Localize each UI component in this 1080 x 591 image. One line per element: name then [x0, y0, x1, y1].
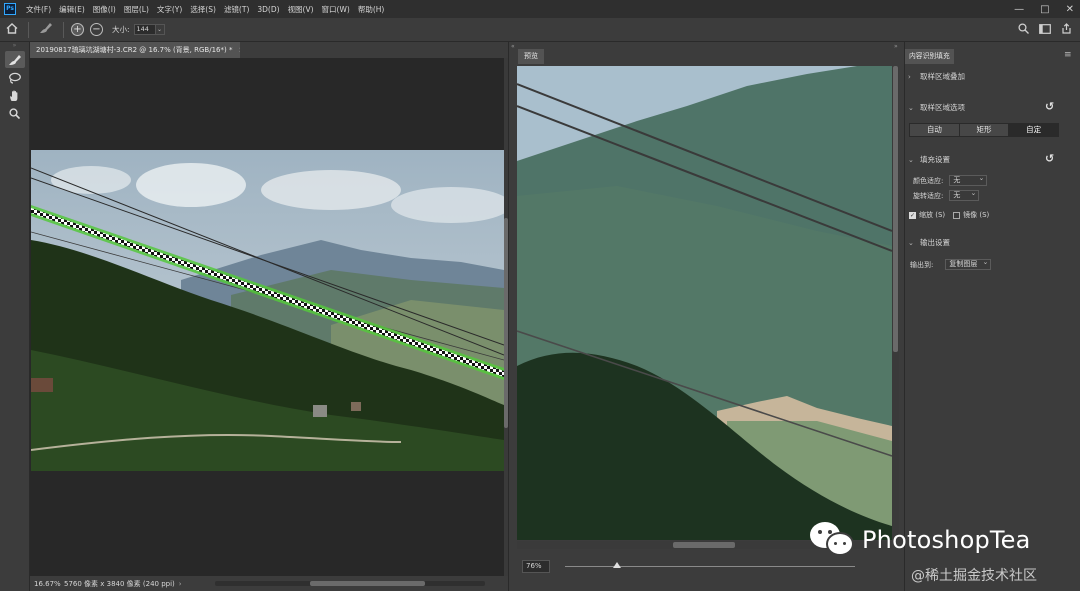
mirror-label: 镜像 (S) [963, 211, 990, 219]
output-to-label: 输出到: [910, 260, 934, 269]
segment-custom[interactable]: 自定 [1009, 124, 1059, 136]
color-adaptation-select[interactable]: 无 [949, 174, 988, 186]
preview-zoom-slider[interactable] [565, 566, 855, 567]
menu-file[interactable]: 文件(F) [22, 4, 55, 15]
status-zoom[interactable]: 16.67% [34, 580, 62, 588]
watermark-brand: PhotoshopTea [862, 526, 1031, 554]
home-icon[interactable] [6, 22, 18, 37]
size-input[interactable]: 144 [133, 24, 156, 35]
close-tab-icon[interactable]: × [238, 46, 240, 54]
panel-tab[interactable]: 内容识别填充 [905, 49, 954, 64]
rotation-adaptation-row: 旋转适应: 无 [913, 189, 980, 201]
section-sampling-overlay[interactable]: › 取样区域叠加 [908, 71, 965, 82]
brush-icon[interactable] [39, 22, 53, 37]
status-dimensions: 5760 像素 x 3840 像素 (240 ppi) [64, 579, 175, 588]
color-adaptation-row: 颜色适应: 无 [913, 174, 988, 186]
panel-menu-icon[interactable]: ≡ [1064, 50, 1072, 60]
rotation-adaptation-label: 旋转适应: [913, 191, 944, 200]
panel-collapse-icon[interactable]: » [894, 43, 898, 50]
document-tab[interactable]: 20190817琉璃坑湖塘村-3.CR2 @ 16.7% (背景, RGB/16… [30, 42, 240, 58]
reset-fill-icon[interactable]: ↺ [1045, 152, 1054, 165]
preview-tab[interactable]: 预览 [518, 49, 544, 64]
section-title: 取样区域叠加 [920, 72, 965, 81]
menu-window[interactable]: 窗口(W) [318, 4, 354, 15]
divider [28, 21, 29, 38]
wechat-watermark: PhotoshopTea [808, 520, 1031, 560]
add-to-sampling-button[interactable]: + [71, 23, 84, 36]
menu-3d[interactable]: 3D(D) [253, 5, 283, 14]
divider [63, 21, 64, 38]
share-icon[interactable] [1061, 23, 1072, 37]
document-status-bar: 16.67% 5760 像素 x 3840 像素 (240 ppi) › [30, 576, 508, 591]
size-dropdown-button[interactable]: ⌄ [155, 24, 165, 35]
mirror-checkbox[interactable] [953, 211, 961, 219]
menu-help[interactable]: 帮助(H) [354, 4, 389, 15]
section-title: 填充设置 [920, 155, 950, 164]
scroll-thumb[interactable] [893, 66, 898, 352]
menu-image[interactable]: 图像(I) [89, 4, 120, 15]
chevron-down-icon: ⌄ [908, 238, 914, 247]
reset-sampling-icon[interactable]: ↺ [1045, 100, 1054, 113]
landscape-image[interactable] [31, 150, 504, 471]
rotation-adaptation-select[interactable]: 无 [949, 189, 980, 201]
section-title: 输出设置 [920, 238, 950, 247]
watermark-credit: @稀土掘金技术社区 [911, 568, 1037, 584]
output-to-select[interactable]: 复制图层 [945, 258, 992, 270]
status-expand-icon[interactable]: › [179, 580, 182, 588]
section-output-settings[interactable]: ⌄ 输出设置 [908, 237, 950, 248]
segment-auto[interactable]: 自动 [910, 124, 960, 136]
preview-image[interactable] [517, 66, 892, 540]
hand-icon[interactable] [5, 87, 25, 104]
photoshop-logo-icon: Ps [4, 3, 16, 15]
output-to-row: 输出到: 复制图层 [910, 258, 992, 270]
preview-vertical-scrollbar[interactable] [892, 66, 899, 540]
document-tab-title: 20190817琉璃坑湖塘村-3.CR2 @ 16.7% (背景, RGB/16… [36, 46, 233, 54]
sampling-brush-icon[interactable] [4, 51, 25, 68]
minimize-button[interactable]: — [1014, 4, 1024, 15]
menu-filter[interactable]: 滤镜(T) [220, 4, 253, 15]
search-icon[interactable] [1018, 23, 1029, 37]
zoom-icon[interactable] [5, 105, 25, 122]
document-canvas[interactable] [30, 58, 504, 576]
panel-collapse-icon[interactable]: « [511, 43, 515, 50]
size-label: 大小: [112, 25, 130, 34]
panel-grip-icon[interactable]: » [0, 42, 29, 50]
document-horizontal-scrollbar[interactable] [215, 581, 485, 586]
chevron-down-icon: ⌄ [908, 155, 914, 164]
color-adaptation-label: 颜色适应: [913, 176, 944, 185]
section-title: 取样区域选项 [920, 103, 965, 112]
segment-rectangle[interactable]: 矩形 [959, 124, 1010, 136]
scale-checkbox[interactable]: ✓ [909, 211, 916, 219]
wechat-logo-icon [808, 520, 856, 560]
document-tab-bar: 20190817琉璃坑湖塘村-3.CR2 @ 16.7% (背景, RGB/16… [30, 42, 508, 58]
scroll-thumb[interactable] [673, 542, 735, 548]
scale-label: 缩放 (S) [919, 211, 946, 219]
options-right-group [1018, 18, 1072, 42]
lasso-icon[interactable] [5, 69, 25, 86]
close-window-button[interactable]: ✕ [1066, 4, 1074, 15]
section-fill-settings[interactable]: ⌄ 填充设置 [908, 154, 950, 165]
menu-select[interactable]: 选择(S) [186, 4, 220, 15]
options-bar: + − 大小: 144 ⌄ [0, 18, 1080, 42]
scale-mirror-row: ✓ 缩放 (S) 镜像 (S) [909, 210, 989, 220]
chevron-right-icon: › [908, 72, 911, 81]
preview-zoom-slider-thumb[interactable] [613, 562, 621, 568]
workspace-icon[interactable] [1039, 23, 1051, 37]
menu-layer[interactable]: 图层(L) [120, 4, 153, 15]
chevron-down-icon: ⌄ [908, 103, 914, 112]
sampling-mode-segmented: 自动 矩形 自定 [909, 123, 1059, 137]
maximize-button[interactable]: □ [1040, 4, 1049, 15]
subtract-from-sampling-button[interactable]: − [90, 23, 103, 36]
menu-bar: Ps 文件(F) 编辑(E) 图像(I) 图层(L) 文字(Y) 选择(S) 滤… [0, 0, 1080, 18]
tools-panel: » [0, 42, 30, 591]
preview-zoom-input[interactable]: 76% [522, 560, 550, 573]
menu-type[interactable]: 文字(Y) [153, 4, 186, 15]
scroll-thumb[interactable] [310, 581, 425, 586]
menu-view[interactable]: 视图(V) [284, 4, 318, 15]
window-controls: — □ ✕ [1014, 0, 1074, 18]
section-sampling-options[interactable]: ⌄ 取样区域选项 [908, 102, 965, 113]
menu-edit[interactable]: 编辑(E) [55, 4, 89, 15]
